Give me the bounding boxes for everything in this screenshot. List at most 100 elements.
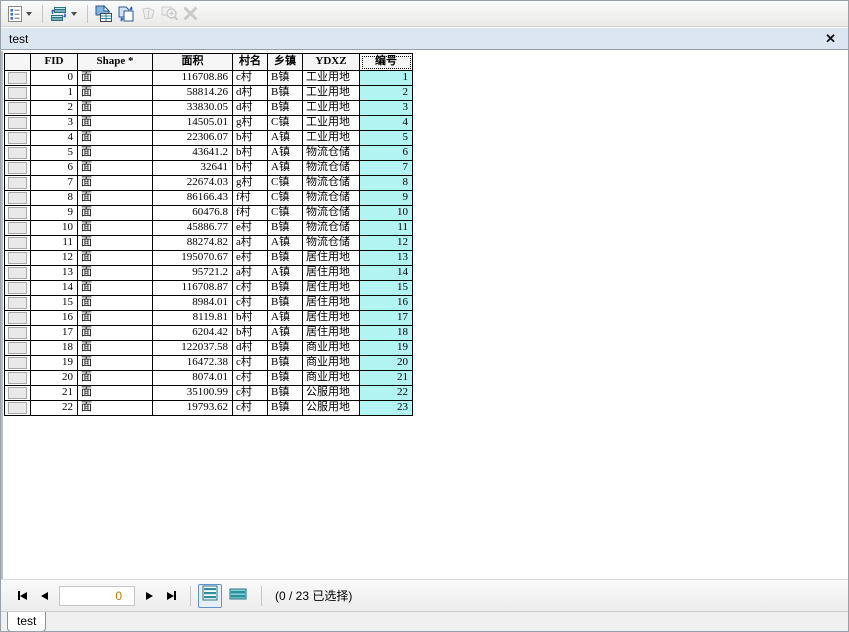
row-selector[interactable] [5,116,31,131]
cell-fid[interactable]: 16 [31,311,78,326]
cell-fid[interactable]: 18 [31,341,78,356]
cell-area[interactable]: 95721.2 [153,266,233,281]
column-header-area[interactable]: 面积 [153,54,233,71]
cell-area[interactable]: 43641.2 [153,146,233,161]
cell-ydxz[interactable]: 居住用地 [303,266,360,281]
cell-fid[interactable]: 0 [31,71,78,86]
cell-shape[interactable]: 面 [78,101,153,116]
cell-number[interactable]: 13 [360,251,413,266]
column-header-shape[interactable]: Shape * [78,54,153,71]
cell-number[interactable]: 11 [360,221,413,236]
cell-area[interactable]: 22674.03 [153,176,233,191]
cell-village[interactable]: a村 [233,236,268,251]
cell-ydxz[interactable]: 物流仓储 [303,191,360,206]
cell-village[interactable]: d村 [233,341,268,356]
cell-fid[interactable]: 6 [31,161,78,176]
cell-town[interactable]: A镇 [268,266,303,281]
cell-number[interactable]: 8 [360,176,413,191]
cell-number[interactable]: 15 [360,281,413,296]
cell-town[interactable]: A镇 [268,131,303,146]
cell-number[interactable]: 18 [360,326,413,341]
cell-fid[interactable]: 3 [31,116,78,131]
cell-area[interactable]: 19793.62 [153,401,233,416]
select-by-attributes-button[interactable] [92,3,115,25]
switch-selection-button[interactable] [115,3,138,25]
cell-number[interactable]: 23 [360,401,413,416]
cell-fid[interactable]: 21 [31,386,78,401]
row-selector[interactable] [5,281,31,296]
column-header-fid[interactable]: FID [31,54,78,71]
cell-area[interactable]: 195070.67 [153,251,233,266]
row-selector[interactable] [5,71,31,86]
cell-village[interactable]: g村 [233,176,268,191]
cell-number[interactable]: 5 [360,131,413,146]
corner-header-cell[interactable] [5,54,31,71]
row-selector[interactable] [5,86,31,101]
column-header-village[interactable]: 村名 [233,54,268,71]
cell-ydxz[interactable]: 居住用地 [303,281,360,296]
row-selector[interactable] [5,266,31,281]
cell-number[interactable]: 21 [360,371,413,386]
cell-village[interactable]: c村 [233,356,268,371]
cell-number[interactable]: 4 [360,116,413,131]
cell-ydxz[interactable]: 物流仓储 [303,221,360,236]
cell-ydxz[interactable]: 公服用地 [303,386,360,401]
close-icon[interactable]: ✕ [825,32,836,45]
cell-town[interactable]: C镇 [268,206,303,221]
zoom-to-selected-button[interactable] [159,3,181,25]
cell-number[interactable]: 12 [360,236,413,251]
cell-shape[interactable]: 面 [78,356,153,371]
cell-shape[interactable]: 面 [78,71,153,86]
cell-ydxz[interactable]: 商业用地 [303,371,360,386]
cell-town[interactable]: C镇 [268,176,303,191]
row-selector[interactable] [5,176,31,191]
cell-shape[interactable]: 面 [78,326,153,341]
cell-fid[interactable]: 20 [31,371,78,386]
row-selector[interactable] [5,326,31,341]
cell-shape[interactable]: 面 [78,386,153,401]
cell-shape[interactable]: 面 [78,296,153,311]
cell-shape[interactable]: 面 [78,236,153,251]
cell-area[interactable]: 88274.82 [153,236,233,251]
column-header-town[interactable]: 乡镇 [268,54,303,71]
cell-town[interactable]: B镇 [268,221,303,236]
cell-ydxz[interactable]: 工业用地 [303,71,360,86]
row-selector[interactable] [5,221,31,236]
cell-village[interactable]: b村 [233,311,268,326]
cell-fid[interactable]: 7 [31,176,78,191]
cell-shape[interactable]: 面 [78,131,153,146]
cell-area[interactable]: 8074.01 [153,371,233,386]
cell-number[interactable]: 9 [360,191,413,206]
cell-fid[interactable]: 11 [31,236,78,251]
cell-number[interactable]: 10 [360,206,413,221]
current-record-input[interactable] [59,586,135,606]
cell-fid[interactable]: 13 [31,266,78,281]
cell-shape[interactable]: 面 [78,401,153,416]
cell-ydxz[interactable]: 工业用地 [303,101,360,116]
cell-village[interactable]: b村 [233,146,268,161]
cell-shape[interactable]: 面 [78,191,153,206]
cell-shape[interactable]: 面 [78,116,153,131]
cell-village[interactable]: e村 [233,251,268,266]
cell-shape[interactable]: 面 [78,251,153,266]
row-selector[interactable] [5,206,31,221]
cell-village[interactable]: b村 [233,131,268,146]
cell-area[interactable]: 86166.43 [153,191,233,206]
cell-area[interactable]: 32641 [153,161,233,176]
cell-area[interactable]: 8119.81 [153,311,233,326]
row-selector[interactable] [5,386,31,401]
table-options-button[interactable] [5,3,38,25]
cell-ydxz[interactable]: 居住用地 [303,251,360,266]
cell-area[interactable]: 60476.8 [153,206,233,221]
cell-ydxz[interactable]: 工业用地 [303,86,360,101]
row-selector[interactable] [5,356,31,371]
cell-village[interactable]: c村 [233,401,268,416]
row-selector[interactable] [5,131,31,146]
cell-fid[interactable]: 19 [31,356,78,371]
cell-shape[interactable]: 面 [78,311,153,326]
cell-area[interactable]: 16472.38 [153,356,233,371]
cell-shape[interactable]: 面 [78,86,153,101]
cell-village[interactable]: c村 [233,386,268,401]
cell-shape[interactable]: 面 [78,281,153,296]
cell-shape[interactable]: 面 [78,266,153,281]
